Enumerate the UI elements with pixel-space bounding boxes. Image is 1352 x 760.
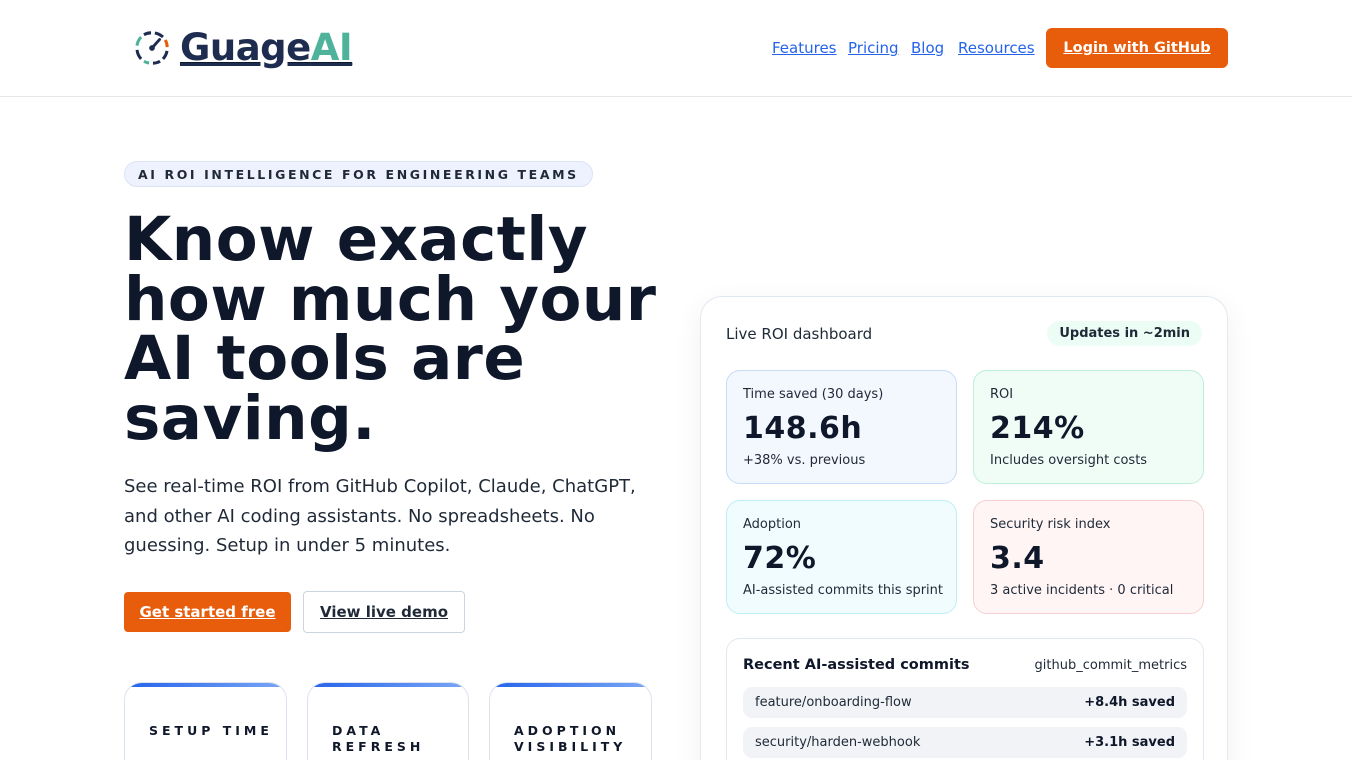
metric-note: Includes oversight costs — [990, 453, 1148, 468]
stat-card-label: SETUP TIME — [149, 723, 273, 738]
metric-value: 3.4 — [990, 541, 1045, 576]
top-navbar: GuageAI Features Pricing Blog Resources … — [0, 0, 1352, 97]
hero-eyebrow-badge: AI ROI INTELLIGENCE FOR ENGINEERING TEAM… — [124, 161, 593, 187]
stat-card-adoption-visibility: ADOPTION VISIBILITY — [489, 682, 652, 760]
metric-value: 148.6h — [743, 411, 863, 446]
recent-commits-panel: Recent AI-assisted commits github_commit… — [726, 638, 1204, 760]
metric-note: AI-assisted commits this sprint — [743, 583, 944, 598]
commit-branch: feature/onboarding-flow — [755, 695, 912, 710]
metric-value: 72% — [743, 541, 817, 576]
metric-note: 3 active incidents · 0 critical — [990, 583, 1174, 598]
metric-label: Adoption — [743, 517, 802, 532]
commit-row[interactable]: security/harden-webhook +3.1h saved — [743, 727, 1187, 758]
metric-value: 214% — [990, 411, 1085, 446]
stat-card-setup-time: SETUP TIME — [124, 682, 287, 760]
metric-label: ROI — [990, 387, 1014, 402]
commit-branch: security/harden-webhook — [755, 735, 921, 750]
metric-note: +38% vs. previous — [743, 453, 866, 468]
nav-resources-link[interactable]: Resources — [958, 39, 1035, 57]
nav-pricing-link[interactable]: Pricing — [848, 39, 899, 57]
metric-label: Security risk index — [990, 517, 1111, 532]
stat-card-data-refresh: DATA REFRESH — [307, 682, 469, 760]
live-roi-dashboard-card: Live ROI dashboard Updates in ~2min Time… — [700, 296, 1228, 760]
commit-time-saved: +3.1h saved — [1084, 735, 1175, 750]
recent-commits-title: Recent AI-assisted commits — [743, 657, 970, 673]
stat-card-label: DATA REFRESH — [332, 723, 425, 754]
login-with-github-button[interactable]: Login with GitHub — [1046, 28, 1228, 68]
logo-link[interactable]: GuageAI — [133, 26, 353, 69]
commit-row[interactable]: feature/onboarding-flow +8.4h saved — [743, 687, 1187, 718]
nav-blog-link[interactable]: Blog — [911, 39, 944, 57]
brand-name-part2: AI — [310, 26, 353, 69]
brand-name: GuageAI — [180, 26, 353, 69]
metric-security-risk-index: Security risk index 3.4 3 active inciden… — [973, 500, 1204, 614]
hero-subtitle: See real-time ROI from GitHub Copilot, C… — [124, 476, 636, 556]
stat-card-label: ADOPTION VISIBILITY — [514, 723, 627, 754]
get-started-free-button[interactable]: Get started free — [124, 592, 291, 632]
brand-name-part1: Guage — [180, 26, 311, 69]
commit-time-saved: +8.4h saved — [1084, 695, 1175, 710]
update-status-badge: Updates in ~2min — [1047, 321, 1202, 346]
metric-label: Time saved (30 days) — [743, 387, 884, 402]
commits-data-source: github_commit_metrics — [1034, 658, 1187, 673]
metric-roi: ROI 214% Includes oversight costs — [973, 370, 1204, 484]
dashboard-title: Live ROI dashboard — [726, 325, 873, 343]
view-live-demo-button[interactable]: View live demo — [303, 591, 465, 633]
metric-time-saved: Time saved (30 days) 148.6h +38% vs. pre… — [726, 370, 957, 484]
nav-features-link[interactable]: Features — [772, 39, 837, 57]
gauge-icon — [135, 31, 169, 65]
hero-title: Know exactly how much your AI tools are … — [124, 204, 657, 454]
metric-adoption: Adoption 72% AI-assisted commits this sp… — [726, 500, 957, 614]
